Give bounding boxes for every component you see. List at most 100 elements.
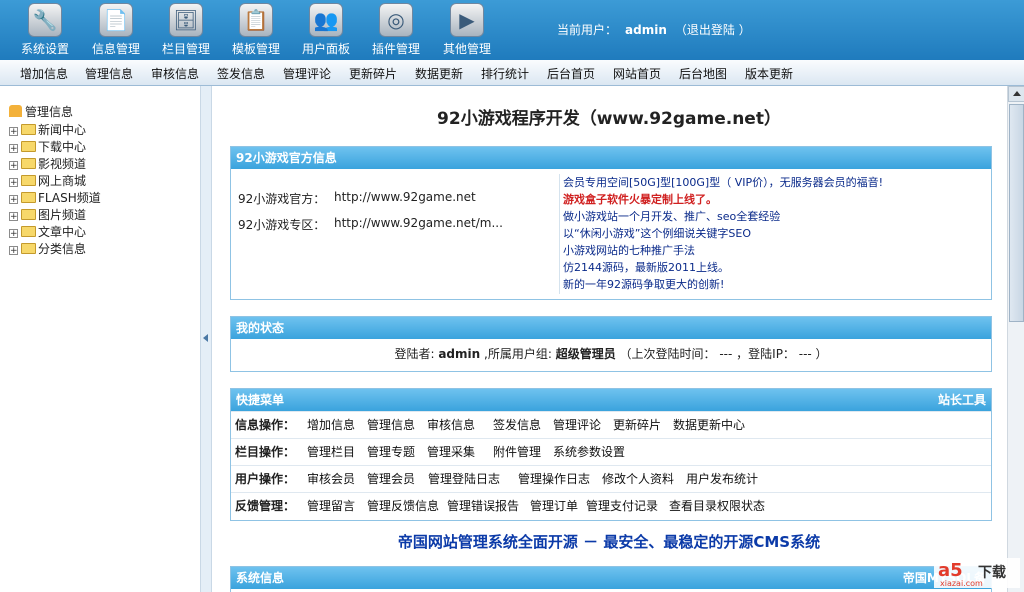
quick-link[interactable]: 管理专题	[367, 439, 415, 465]
tree-node-label: 影视频道	[38, 157, 87, 171]
quick-link[interactable]: 审核会员	[307, 466, 355, 492]
menu-bar: 增加信息 管理信息 审核信息 签发信息 管理评论 更新碎片 数据更新 排行统计 …	[0, 60, 1024, 86]
wrench-icon: 🔧	[28, 3, 62, 37]
menu-admin-home[interactable]: 后台首页	[547, 65, 595, 82]
quick-link[interactable]: 管理会员	[367, 466, 415, 492]
menu-review-info[interactable]: 审核信息	[151, 65, 199, 82]
quick-link[interactable]: 管理信息	[367, 412, 415, 438]
expand-icon[interactable]: +	[9, 195, 18, 205]
tree-node[interactable]: + 影视频道	[9, 155, 86, 171]
tree-node[interactable]: + 新闻中心	[9, 121, 86, 137]
quick-link[interactable]: 管理订单	[530, 493, 578, 519]
tree-root[interactable]: 管理信息	[9, 103, 73, 120]
folder-icon	[21, 124, 36, 135]
tree-node[interactable]: + 分类信息	[9, 240, 86, 256]
quick-link[interactable]: 管理评论	[553, 412, 601, 438]
tree-node[interactable]: + 图片频道	[9, 206, 86, 222]
menu-manage-comments[interactable]: 管理评论	[283, 65, 331, 82]
folder-icon	[21, 158, 36, 169]
menu-site-home[interactable]: 网站首页	[613, 65, 661, 82]
expand-icon[interactable]: +	[9, 178, 18, 188]
logout-link[interactable]: （退出登陆 ）	[675, 23, 751, 37]
quick-link[interactable]: 签发信息	[493, 412, 541, 438]
tool-template-management[interactable]: 📋 模板管理	[221, 0, 291, 60]
tool-info-management[interactable]: 📄 信息管理	[81, 0, 151, 60]
current-user-info: 当前用户： admin （退出登陆 ）	[557, 21, 751, 38]
quick-menu-header: 快捷菜单 站长工具	[231, 389, 991, 411]
folder-icon	[21, 243, 36, 254]
quick-link[interactable]: 管理登陆日志	[428, 466, 500, 492]
quick-link[interactable]: 用户发布统计	[686, 466, 758, 492]
menu-manage-info[interactable]: 管理信息	[85, 65, 133, 82]
tool-user-panel[interactable]: 👥 用户面板	[291, 0, 361, 60]
tool-other-management[interactable]: ▶ 其他管理	[432, 0, 502, 60]
tool-system-settings[interactable]: 🔧 系统设置	[10, 0, 80, 60]
menu-sign-info[interactable]: 签发信息	[217, 65, 265, 82]
news-item[interactable]: 游戏盒子软件火暴定制上线了。	[563, 191, 993, 208]
tree-node-label: 下载中心	[38, 140, 87, 154]
expand-icon[interactable]: +	[9, 212, 18, 222]
expand-icon[interactable]: +	[9, 229, 18, 239]
tree-node[interactable]: + FLASH频道	[9, 189, 101, 205]
tool-column-management[interactable]: 🗄 栏目管理	[151, 0, 221, 60]
official-zone-link[interactable]: http://www.92game.net/m...	[334, 216, 503, 230]
news-item[interactable]: 小游戏网站的七种推广手法	[563, 242, 993, 259]
quick-link[interactable]: 查看目录权限状态	[669, 493, 765, 519]
webmaster-tools-link[interactable]: 站长工具	[938, 389, 986, 411]
folder-icon	[21, 209, 36, 220]
watermark-url: xiazai.com	[940, 579, 983, 588]
quick-link[interactable]: 附件管理	[493, 439, 541, 465]
news-item[interactable]: 新的一年92源码争取更大的创新!	[563, 276, 993, 293]
panel-splitter[interactable]	[201, 86, 212, 592]
quick-link[interactable]: 管理错误报告	[447, 493, 519, 519]
lifebuoy-icon: ◎	[379, 3, 413, 37]
expand-icon[interactable]: +	[9, 161, 18, 171]
quick-link[interactable]: 管理留言	[307, 493, 355, 519]
news-item[interactable]: 仿2144源码，最新版2011上线。	[563, 259, 993, 276]
scroll-up-button[interactable]	[1008, 86, 1024, 102]
quick-link[interactable]: 管理操作日志	[518, 466, 590, 492]
menu-admin-map[interactable]: 后台地图	[679, 65, 727, 82]
menu-data-update[interactable]: 数据更新	[415, 65, 463, 82]
current-user-prefix: 当前用户：	[557, 23, 618, 37]
quick-link[interactable]: 审核信息	[427, 412, 475, 438]
quick-link[interactable]: 管理支付记录	[586, 493, 658, 519]
scroll-thumb[interactable]	[1009, 104, 1024, 322]
tree-node-label: 图片频道	[38, 208, 87, 222]
expand-icon[interactable]: +	[9, 246, 18, 256]
quick-link[interactable]: 修改个人资料	[602, 466, 674, 492]
tree-node[interactable]: + 文章中心	[9, 223, 86, 239]
quick-link[interactable]: 增加信息	[307, 412, 355, 438]
expand-icon[interactable]: +	[9, 127, 18, 137]
news-item[interactable]: 以“休闲小游戏”这个例细说关键字SEO	[563, 225, 993, 242]
folder-icon	[21, 141, 36, 152]
quick-link[interactable]: 系统参数设置	[553, 439, 625, 465]
expand-icon[interactable]: +	[9, 144, 18, 154]
main-scrollbar[interactable]	[1007, 86, 1024, 592]
tree-node-label: FLASH频道	[38, 191, 101, 205]
quick-menu-title: 快捷菜单	[236, 393, 285, 407]
menu-update-fragments[interactable]: 更新碎片	[349, 65, 397, 82]
tree-node-label: 文章中心	[38, 225, 87, 239]
tool-plugin-management[interactable]: ◎ 插件管理	[361, 0, 431, 60]
official-site-label: 92小游戏官方：	[238, 192, 326, 206]
tool-label: 用户面板	[301, 42, 350, 56]
tool-label: 插件管理	[371, 42, 420, 56]
tree-node[interactable]: + 下载中心	[9, 138, 86, 154]
menu-version-update[interactable]: 版本更新	[745, 65, 793, 82]
quick-link[interactable]: 管理反馈信息	[367, 493, 439, 519]
quick-link[interactable]: 管理栏目	[307, 439, 355, 465]
menu-add-info[interactable]: 增加信息	[20, 65, 68, 82]
quick-link[interactable]: 数据更新中心	[673, 412, 745, 438]
news-item[interactable]: 会员专用空间[50G]型[100G]型（ VIP价），无服务器会员的福音!	[563, 174, 993, 191]
news-item[interactable]: 做小游戏站一个月开发、推广、seo全套经验	[563, 208, 993, 225]
quick-link[interactable]: 管理采集	[427, 439, 475, 465]
official-zone-label: 92小游戏专区：	[238, 218, 326, 232]
top-toolbar: 🔧 系统设置 📄 信息管理 🗄 栏目管理 📋 模板管理 👥 用户面板 ◎ 插件管…	[0, 0, 1024, 60]
quick-link[interactable]: 更新碎片	[613, 412, 661, 438]
group-label: ,所属用户组:	[484, 347, 552, 361]
tree-node[interactable]: + 网上商城	[9, 172, 86, 188]
menu-ranking-stats[interactable]: 排行统计	[481, 65, 529, 82]
collapse-arrow-icon[interactable]	[203, 334, 208, 342]
official-site-link[interactable]: http://www.92game.net	[334, 190, 476, 204]
